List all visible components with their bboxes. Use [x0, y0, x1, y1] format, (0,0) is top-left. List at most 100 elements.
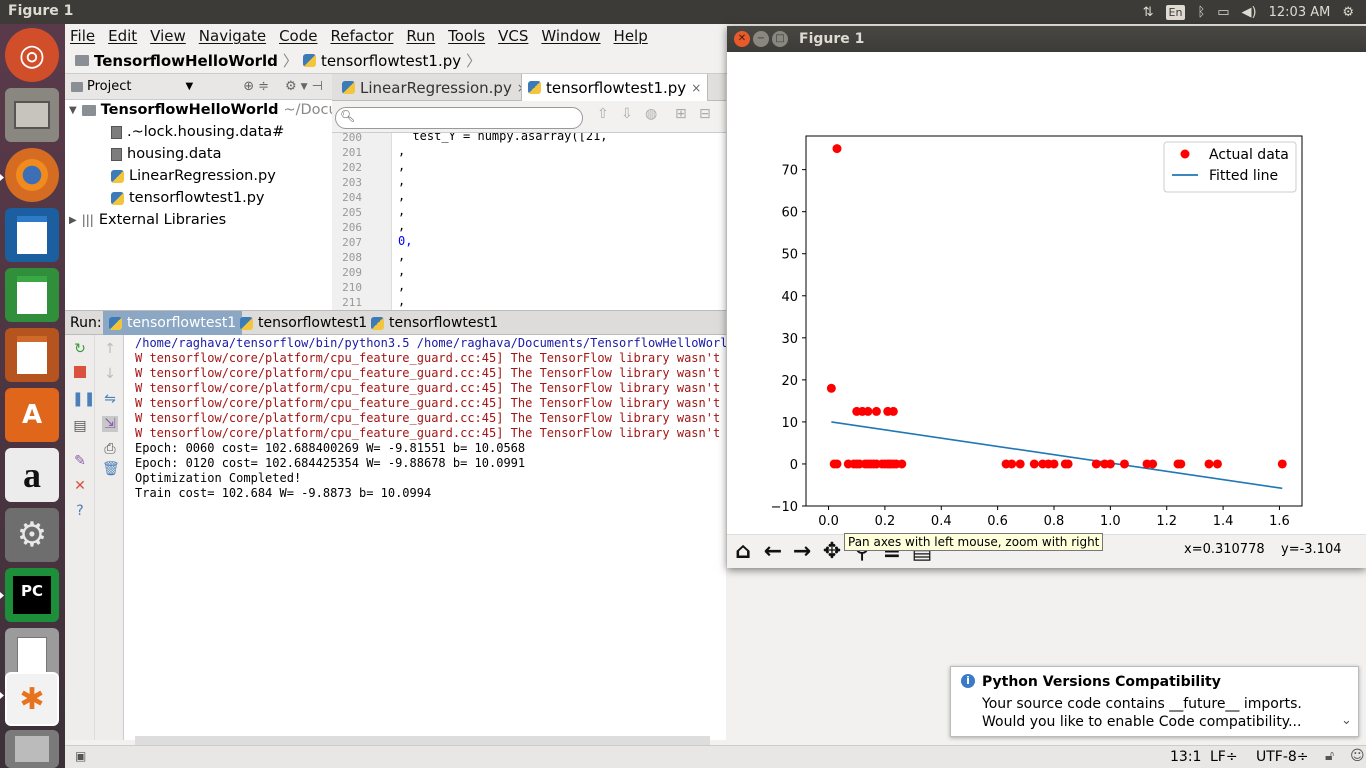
menu-edit[interactable]: Edit [108, 27, 137, 45]
next-occurrence-icon[interactable]: ⇩ [621, 106, 633, 122]
tree-item-label: .~lock.housing.data# [127, 124, 285, 140]
calc-icon[interactable] [5, 268, 59, 322]
bluetooth-icon[interactable]: ᛒ [1197, 5, 1205, 20]
caret-position[interactable]: 13:1 [1170, 749, 1201, 765]
pin-icon[interactable]: ✎ [72, 453, 88, 469]
menu-navigate[interactable]: Navigate [199, 27, 266, 45]
tree-item[interactable]: LinearRegression.py [111, 168, 276, 184]
inspector-icon[interactable]: ☺ [1350, 748, 1365, 764]
tree-item[interactable]: housing.data [111, 146, 222, 162]
menu-help[interactable]: Help [614, 27, 648, 45]
line-number: 207 [342, 236, 362, 249]
file-encoding[interactable]: UTF-8÷ [1256, 749, 1309, 765]
collapse-all-icon[interactable]: ≑ [258, 79, 269, 94]
volume-icon[interactable]: ◀) [1242, 5, 1257, 20]
scatter-plot[interactable]: 0.0 0.2 0.4 0.6 0.8 1.0 1.2 1.4 1.6 −10 0 10 20 30 40 5… [727, 52, 1366, 534]
data-point [897, 459, 907, 469]
figure-titlebar: ✕ − □ Figure 1 [727, 26, 1366, 52]
menu-vcs[interactable]: VCS [498, 27, 528, 45]
chevron-down-icon[interactable]: ⌄ [1341, 713, 1352, 728]
battery-icon[interactable]: ▭ [1217, 5, 1229, 20]
scroll-from-source-icon[interactable]: ⊕ [243, 79, 254, 94]
close-icon[interactable]: ✕ [72, 478, 88, 494]
help-icon[interactable]: ? [72, 503, 88, 519]
hide-panel-icon[interactable]: ⊣ [312, 79, 323, 94]
breadcrumb-file[interactable]: tensorflowtest1.py [321, 52, 461, 70]
menu-tools[interactable]: Tools [448, 27, 485, 45]
pan-icon[interactable]: ✥ [819, 539, 845, 565]
notification-link[interactable]: Would you like to enable Code compatibil… [982, 714, 1301, 730]
tab-linearregression[interactable]: LinearRegression.py × [336, 74, 533, 101]
run-tab-1[interactable]: tensorflowtest1 [103, 311, 243, 335]
add-selection-icon[interactable]: ⊞ [675, 106, 687, 122]
software-center-icon[interactable]: A [5, 388, 59, 442]
python-compatibility-notification[interactable]: i Python Versions Compatibility Your sou… [950, 666, 1359, 737]
menu-window[interactable]: Window [541, 27, 600, 45]
data-point [1105, 459, 1115, 469]
home-icon[interactable]: ⌂ [730, 539, 756, 565]
clear-all-icon[interactable]: 🗑︎ [102, 461, 120, 477]
pycharm-icon[interactable]: PC [5, 568, 59, 622]
console-output[interactable]: /home/raghava/tensorflow/bin/python3.5 /… [124, 335, 726, 740]
power-gear-icon[interactable]: ⚙ [1342, 5, 1354, 20]
tool-windows-icon[interactable]: ▣ [75, 749, 86, 763]
gear-icon[interactable]: ⚙ [285, 79, 297, 94]
close-window-icon[interactable]: ✕ [734, 31, 750, 47]
tree-item-label: External Libraries [98, 212, 227, 228]
files-icon[interactable] [5, 88, 59, 142]
writer-icon[interactable] [5, 208, 59, 262]
restore-layout-icon[interactable]: ▤ [72, 418, 88, 434]
remove-selection-icon[interactable]: ⊟ [699, 106, 711, 122]
print-icon[interactable]: ⎙ [102, 441, 118, 457]
code-editor[interactable]: 200 201 202 203 204 205 206 207 208 209 … [332, 133, 726, 310]
back-arrow-icon[interactable]: ← [760, 539, 786, 565]
horizontal-scrollbar[interactable] [135, 736, 710, 745]
scroll-down-icon[interactable]: ↓ [102, 366, 118, 382]
menu-refactor[interactable]: Refactor [330, 27, 393, 45]
search-input[interactable]: 🔍︎ [335, 107, 583, 129]
lock-icon[interactable]: 🔓︎ [1325, 748, 1334, 764]
close-tab-icon[interactable]: × [691, 81, 701, 95]
keyboard-language-indicator[interactable]: En [1165, 4, 1186, 20]
dropdown-arrow-icon[interactable]: ▼ [185, 81, 193, 92]
project-view-selector[interactable]: Project [87, 79, 131, 94]
soft-wrap-icon[interactable]: ⇋ [102, 391, 118, 407]
trash-icon[interactable] [5, 730, 59, 768]
network-icon[interactable]: ⇅ [1143, 5, 1154, 20]
rerun-icon[interactable]: ↻ [72, 341, 88, 357]
firefox-icon[interactable] [5, 148, 59, 202]
run-tab-2[interactable]: tensorflowtest1 [234, 311, 373, 335]
previous-occurrence-icon[interactable]: ⇧ [597, 106, 609, 122]
menu-run[interactable]: Run [406, 27, 435, 45]
forward-arrow-icon[interactable]: → [789, 539, 815, 565]
amazon-icon[interactable]: a [5, 448, 59, 502]
settings-icon[interactable]: ⚙ [5, 508, 59, 562]
menu-code[interactable]: Code [279, 27, 317, 45]
menu-file[interactable]: File [70, 27, 95, 45]
run-tab-3[interactable]: tensorflowtest1 [365, 311, 504, 335]
menu-view[interactable]: View [150, 27, 186, 45]
scroll-to-end-icon[interactable]: ⇲ [102, 416, 118, 432]
tab-label: LinearRegression.py [360, 78, 512, 97]
scroll-up-icon[interactable]: ↑ [102, 341, 118, 357]
app-icon[interactable]: ✱ [5, 672, 59, 726]
ubuntu-icon[interactable]: ◎ [5, 28, 59, 82]
tree-root-label: TensorflowHelloWorld [100, 102, 279, 118]
tree-item[interactable]: .~lock.housing.data# [111, 124, 284, 140]
clock[interactable]: 12:03 AM [1269, 5, 1331, 20]
minimize-window-icon[interactable]: − [753, 31, 769, 47]
breadcrumb-project[interactable]: TensorflowHelloWorld [94, 52, 278, 70]
dropdown-arrow-icon[interactable]: ▼ [301, 82, 308, 92]
tree-root[interactable]: ▼ TensorflowHelloWorld ~/Docum [69, 102, 352, 118]
collapsed-arrow-icon[interactable]: ▶ [69, 215, 77, 226]
stop-icon[interactable] [72, 366, 88, 382]
impress-icon[interactable] [5, 328, 59, 382]
tab-tensorflowtest1[interactable]: tensorflowtest1.py × [521, 74, 709, 101]
tree-external-libraries[interactable]: ▶ ||| External Libraries [69, 212, 226, 228]
find-all-icon[interactable]: ◍ [645, 106, 657, 122]
pause-icon[interactable]: ❚❚ [72, 391, 95, 407]
tree-item[interactable]: tensorflowtest1.py [111, 190, 265, 206]
line-separator[interactable]: LF÷ [1210, 749, 1238, 765]
expanded-arrow-icon[interactable]: ▼ [69, 105, 77, 116]
maximize-window-icon[interactable]: □ [772, 31, 788, 47]
